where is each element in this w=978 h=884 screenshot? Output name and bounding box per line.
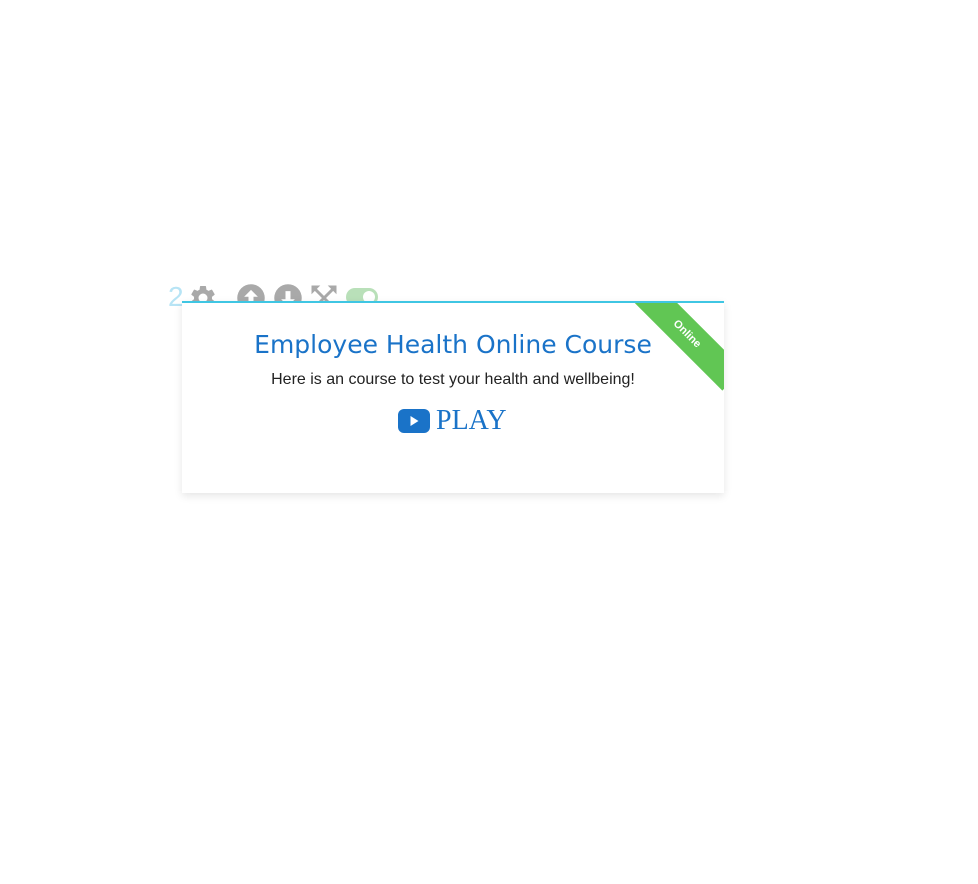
youtube-play-icon [398, 409, 430, 433]
play-label: PLAY [436, 405, 507, 436]
course-description: Here is an course to test your health an… [271, 371, 635, 388]
course-title: Employee Health Online Course [254, 330, 652, 359]
play-button[interactable]: PLAY [398, 404, 507, 438]
course-card: Online Employee Health Online Course Her… [182, 301, 724, 493]
